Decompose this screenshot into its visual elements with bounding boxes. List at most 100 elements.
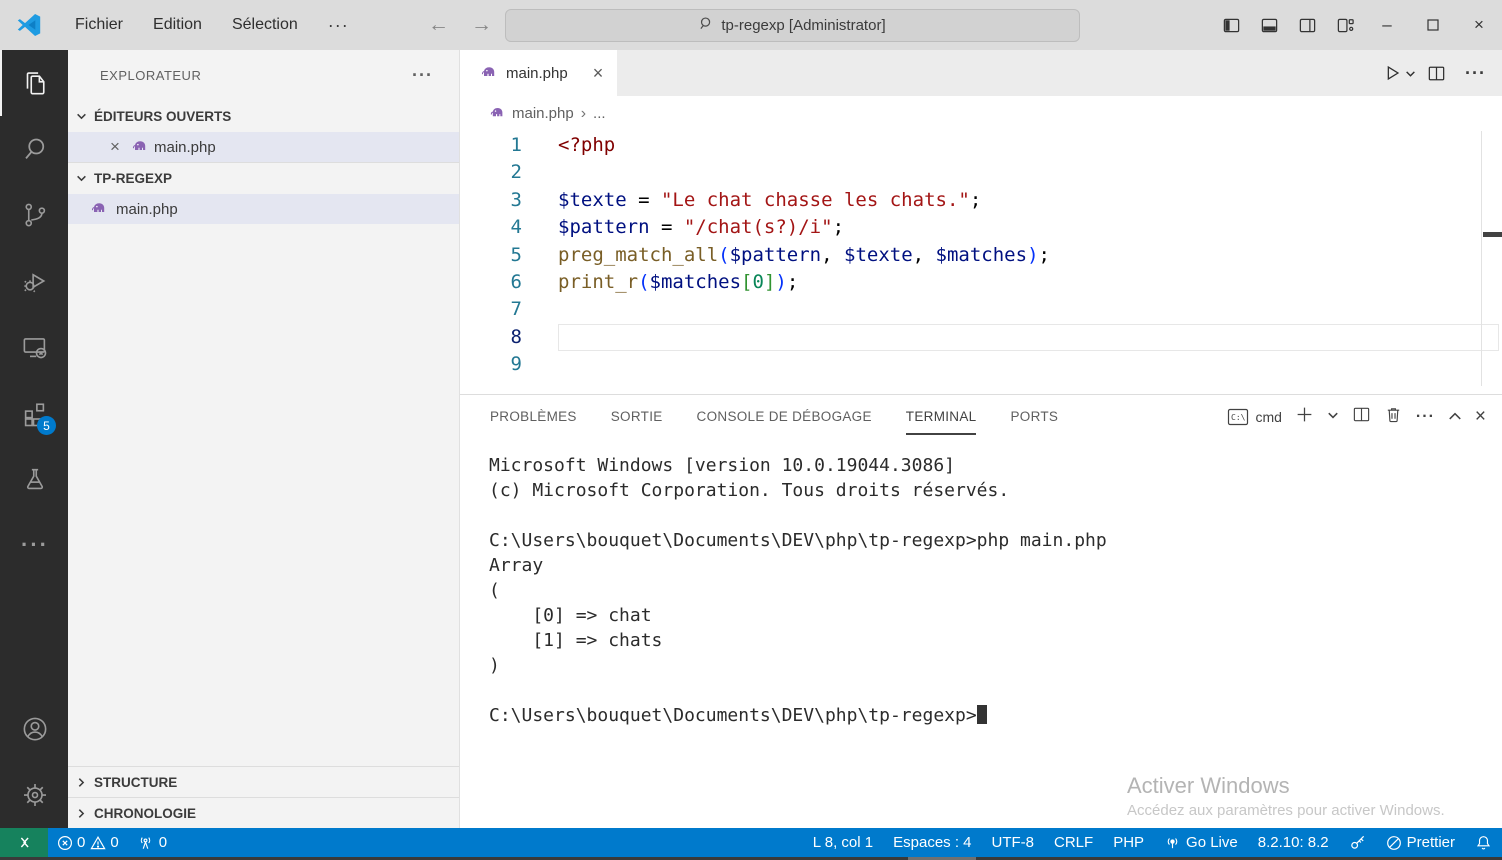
panel-tab-ports[interactable]: PORTS [1010,409,1058,426]
panel-tab-probl-mes[interactable]: PROBLÈMES [490,409,577,426]
cmd-terminal-icon: C:\ [1228,408,1249,426]
open-editors-section[interactable]: ÉDITEURS OUVERTS [68,100,459,132]
panel-header: PROBLÈMES SORTIE CONSOLE DE DÉBOGAGE TERMIN… [460,395,1502,439]
code-line-8[interactable]: 8 [460,323,1502,352]
customize-layout-icon[interactable] [1326,0,1364,50]
close-panel-icon[interactable]: × [1475,406,1486,428]
close-window-button[interactable]: × [1456,0,1502,50]
minimize-button[interactable]: – [1364,0,1410,50]
radio-tower-icon [140,837,150,849]
cursor-position-status[interactable]: L 8, col 1 [803,828,883,857]
run-debug-icon[interactable] [0,248,68,314]
status-bar: 0 0 0 L 8, col 1 Espaces : 4 UTF-8 CRLF … [0,828,1502,857]
play-icon [1387,65,1400,81]
remote-explorer-icon[interactable] [0,314,68,380]
code-line-6[interactable]: 6 print_r($matches[0]); [460,269,1502,296]
code-editor[interactable]: 1 <?php 2 3 $texte = "Le chat chasse les cha… [460,131,1502,394]
notifications-bell-icon[interactable] [1465,828,1502,857]
split-terminal-icon[interactable] [1352,405,1371,429]
panel-tab-terminal[interactable]: TERMINAL [905,409,977,435]
source-control-icon[interactable] [0,182,68,248]
search-view-icon[interactable] [0,116,68,182]
explorer-more-actions-icon[interactable]: ··· [412,65,433,86]
terminal-output[interactable]: Microsoft Windows [version 10.0.19044.30… [460,439,1502,828]
terminal-dropdown-icon[interactable] [1327,408,1339,426]
language-status[interactable]: PHP [1103,828,1154,857]
problems-status[interactable]: 0 0 [48,828,128,857]
prettier-status[interactable]: Prettier [1376,828,1465,857]
code-line-2[interactable]: 2 [460,159,1502,186]
toggle-panel-icon[interactable] [1250,0,1288,50]
explorer-view-icon[interactable] [0,50,68,116]
code-line-3[interactable]: 3 $texte = "Le chat chasse les chats."; [460,187,1502,214]
code-line-5[interactable]: 5 preg_match_all($pattern, $texte, $match… [460,242,1502,269]
editor-group: main.php × ··· main.php › ... 1 <?php 2 … [460,50,1502,394]
code-line-9[interactable]: 9 [460,351,1502,378]
panel-tab-console-de-d-bogage[interactable]: CONSOLE DE DÉBOGAGE [697,409,872,426]
maximize-panel-icon[interactable] [1448,408,1462,426]
php-version-status[interactable]: 8.2.10: 8.2 [1248,828,1339,857]
activity-bar-more-icon[interactable]: ··· [0,512,68,578]
line-content: $texte = "Le chat chasse les chats."; [558,188,982,211]
run-button[interactable] [1381,62,1416,84]
terminal-cursor [976,705,987,724]
remote-icon [20,837,29,848]
toggle-secondary-sidebar-icon[interactable] [1288,0,1326,50]
file-item-main-php[interactable]: main.php [68,194,459,224]
ports-status[interactable]: 0 [128,828,176,857]
panel-tabs: PROBLÈMES SORTIE CONSOLE DE DÉBOGAGE TERMIN… [490,409,1058,435]
tab-bar: main.php × ··· [460,50,1502,96]
scrollbar-ruler[interactable] [1481,131,1482,386]
toggle-primary-sidebar-icon[interactable] [1212,0,1250,50]
panel-tab-sortie[interactable]: SORTIE [611,409,663,426]
breadcrumb-symbol[interactable]: ... [593,105,606,122]
php-file-icon [91,199,107,219]
menu-sélection[interactable]: Sélection [217,0,313,50]
breadcrumb-file[interactable]: main.php [512,105,574,122]
back-button[interactable]: ← [424,13,453,37]
maximize-button[interactable] [1410,0,1456,50]
line-content: $pattern = "/chat(s?)/i"; [558,216,845,239]
line-content: print_r($matches[0]); [558,270,799,293]
code-line-4[interactable]: 4 $pattern = "/chat(s?)/i"; [460,214,1502,241]
chevron-down-icon [77,113,86,119]
scrollbar-cursor-mark [1483,232,1502,237]
indentation-status[interactable]: Espaces : 4 [883,828,981,857]
folder-section-tp-regexp[interactable]: TP-REGEXP [68,162,459,194]
encoding-status[interactable]: UTF-8 [982,828,1045,857]
code-line-1[interactable]: 1 <?php [460,132,1502,159]
menu-edition[interactable]: Edition [138,0,217,50]
remote-indicator[interactable] [0,828,48,857]
explorer-sidebar: EXPLORATEUR ··· ÉDITEURS OUVERTS × main.… [68,50,460,828]
open-editor-item[interactable]: × main.php [68,132,459,162]
code-line-7[interactable]: 7 [460,296,1502,323]
line-number: 9 [510,353,522,376]
tab-main-php[interactable]: main.php × [460,50,618,96]
structure-section[interactable]: STRUCTURE [68,766,459,797]
extensions-view-icon[interactable]: 5 [0,380,68,446]
go-live-button[interactable]: Go Live [1154,828,1248,857]
chevron-down-icon [1406,70,1415,77]
breadcrumb[interactable]: main.php › ... [460,96,1502,131]
command-center[interactable]: tp-regexp [Administrator] [505,9,1080,42]
terminal-shell-item[interactable]: C:\ cmd [1227,408,1282,426]
line-number: 5 [510,243,522,266]
tab-close-icon[interactable]: × [593,63,604,84]
testing-view-icon[interactable] [0,446,68,512]
menu-fichier[interactable]: Fichier [60,0,138,50]
chronologie-section[interactable]: CHRONOLOGIE [68,797,459,828]
accounts-icon[interactable] [0,696,68,762]
line-number: 1 [510,134,522,156]
forward-button[interactable]: → [467,13,496,37]
panel-more-actions-icon[interactable]: ··· [1416,408,1435,426]
close-editor-icon[interactable]: × [106,137,124,157]
new-terminal-icon[interactable] [1295,405,1314,429]
split-editor-icon[interactable] [1426,63,1447,84]
settings-gear-icon[interactable] [0,762,68,828]
key-icon [1350,835,1364,849]
editor-more-actions-icon[interactable]: ··· [1457,63,1486,84]
php-key-status[interactable] [1339,828,1376,857]
kill-terminal-icon[interactable] [1384,405,1403,429]
eol-status[interactable]: CRLF [1044,828,1103,857]
menu-overflow[interactable]: ··· [313,0,364,50]
